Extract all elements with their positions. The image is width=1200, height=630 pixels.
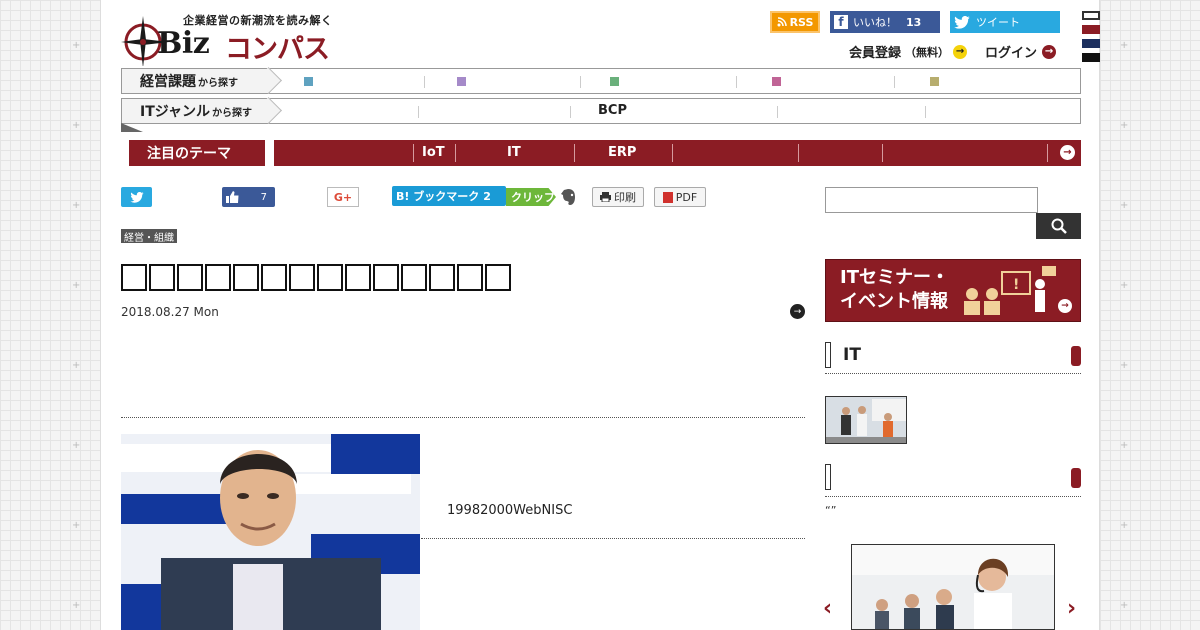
article-photo xyxy=(121,434,420,630)
article-thumbnail[interactable] xyxy=(825,396,907,444)
banner-line2: イベント情報 xyxy=(840,291,948,312)
arrow-right-circle-icon: → xyxy=(1058,299,1072,313)
nav-row2-title: ITジャンル xyxy=(140,104,211,120)
nav-row1-title: 経営課題 xyxy=(140,74,196,90)
tweet-label: ツイート xyxy=(976,16,1020,29)
search-input[interactable] xyxy=(825,187,1038,213)
nav-category-marker[interactable] xyxy=(610,77,619,86)
share-clip-button[interactable]: クリップ xyxy=(506,188,556,206)
divider xyxy=(121,417,805,418)
theme-item-it[interactable]: IT xyxy=(507,145,521,160)
theme-item-erp[interactable]: ERP xyxy=(608,145,636,160)
rss-label: RSS xyxy=(789,15,814,29)
arrow-right-circle-icon[interactable]: → xyxy=(790,304,805,319)
pdf-icon xyxy=(662,191,673,203)
sidebar-section-title: IT xyxy=(843,345,861,365)
fb-like-label: いいね！ xyxy=(853,16,897,29)
nav-corner-fold xyxy=(121,123,143,132)
color-swatch-red[interactable] xyxy=(1082,25,1100,34)
featured-themes-bar: 注目のテーマ IoT IT ERP → xyxy=(129,140,1081,166)
article-date: 2018.08.27 Mon xyxy=(121,305,219,319)
banner-line1: ITセミナー・ xyxy=(840,267,949,288)
arrow-right-circle-icon: → xyxy=(1042,44,1057,59)
it-seminar-banner[interactable]: ITセミナー・ イベント情報 ! → xyxy=(825,259,1081,322)
sidebar-quote: “” xyxy=(825,504,837,517)
seminar-people-icon: ! xyxy=(964,266,1056,315)
facebook-like-button[interactable]: f いいね！ 13 xyxy=(830,11,940,33)
nav-category-marker[interactable] xyxy=(304,77,313,86)
share-facebook-like-button[interactable]: 7 xyxy=(222,187,275,207)
twitter-bird-icon xyxy=(129,191,144,203)
logo-text[interactable]: Biz xyxy=(157,26,210,61)
twitter-bird-icon xyxy=(954,15,970,29)
nav-it-genre: ITジャンル から探す BCP xyxy=(121,98,1081,124)
divider xyxy=(421,538,805,539)
nav-category-marker[interactable] xyxy=(930,77,939,86)
color-swatch-navy[interactable] xyxy=(1082,39,1100,48)
svg-text:!: ! xyxy=(1013,277,1019,293)
share-twitter-button[interactable] xyxy=(121,187,152,207)
divider xyxy=(825,496,1081,497)
login-label: ログイン xyxy=(985,46,1038,61)
nav-business-issues-label: 経営課題 から探す xyxy=(122,69,270,93)
pdf-button[interactable]: PDF xyxy=(654,187,706,207)
printer-icon xyxy=(600,192,611,202)
fb-like-count: 13 xyxy=(906,15,922,29)
search-button[interactable] xyxy=(1036,213,1081,239)
divider xyxy=(825,373,1081,374)
featured-themes-label: 注目のテーマ xyxy=(129,140,269,166)
nav-category-marker[interactable] xyxy=(457,77,466,86)
theme-more-arrow-icon[interactable]: → xyxy=(1060,145,1075,160)
nav-category-marker[interactable] xyxy=(772,77,781,86)
nav-row1-suffix: から探す xyxy=(198,77,238,89)
article-title-glyphs xyxy=(121,264,511,291)
category-badge[interactable]: 経営・組織 xyxy=(121,229,177,244)
facebook-icon: f xyxy=(834,15,848,29)
share-hatena-bookmark-button[interactable]: B! ブックマーク 2 xyxy=(392,186,506,206)
logo-kana[interactable]: コンパス xyxy=(225,27,330,66)
banner-text: ITセミナー・ イベント情報 xyxy=(840,266,949,314)
nav-item-bcp[interactable]: BCP xyxy=(598,103,627,118)
register-label: 会員登録 xyxy=(849,46,902,61)
carousel-image[interactable] xyxy=(851,544,1055,630)
sidebar-section-2 xyxy=(825,464,1081,490)
rss-icon xyxy=(777,17,787,27)
share-googleplus-button[interactable]: G+ xyxy=(327,187,359,207)
share-like-count: 7 xyxy=(260,191,267,203)
nav-it-genre-label: ITジャンル から探す xyxy=(122,99,270,123)
theme-item-iot[interactable]: IoT xyxy=(422,145,445,160)
sidebar-section-it: IT xyxy=(825,342,1081,368)
nav-business-issues: 経営課題 から探す xyxy=(121,68,1081,94)
print-label: 印刷 xyxy=(614,191,636,204)
thumbs-up-icon xyxy=(226,191,239,203)
register-link[interactable]: 会員登録 （無料） → xyxy=(849,42,968,61)
page-container: 企業経営の新潮流を読み解く Biz コンパス RSS f いいね！ 13 ツイー… xyxy=(100,0,1100,630)
login-link[interactable]: ログイン → xyxy=(985,42,1057,61)
carousel-next-button[interactable]: › xyxy=(1067,596,1076,621)
article-lead: 19982000WebNISC xyxy=(447,503,573,518)
hatena-count: 2 xyxy=(483,189,491,203)
search-icon xyxy=(1051,218,1067,234)
hatena-label: B! ブックマーク xyxy=(396,190,480,203)
register-free-label: （無料） xyxy=(905,45,950,59)
print-button[interactable]: 印刷 xyxy=(592,187,644,207)
rss-button[interactable]: RSS xyxy=(770,11,820,33)
color-swatch-black[interactable] xyxy=(1082,53,1100,62)
carousel-prev-button[interactable]: ‹ xyxy=(823,596,832,621)
evernote-elephant-icon[interactable] xyxy=(559,187,579,207)
tweet-button[interactable]: ツイート xyxy=(950,11,1060,33)
pdf-label: PDF xyxy=(675,190,698,204)
color-swatch-white[interactable] xyxy=(1082,11,1100,20)
arrow-right-circle-icon: → xyxy=(953,44,968,59)
nav-row2-suffix: から探す xyxy=(212,107,253,119)
